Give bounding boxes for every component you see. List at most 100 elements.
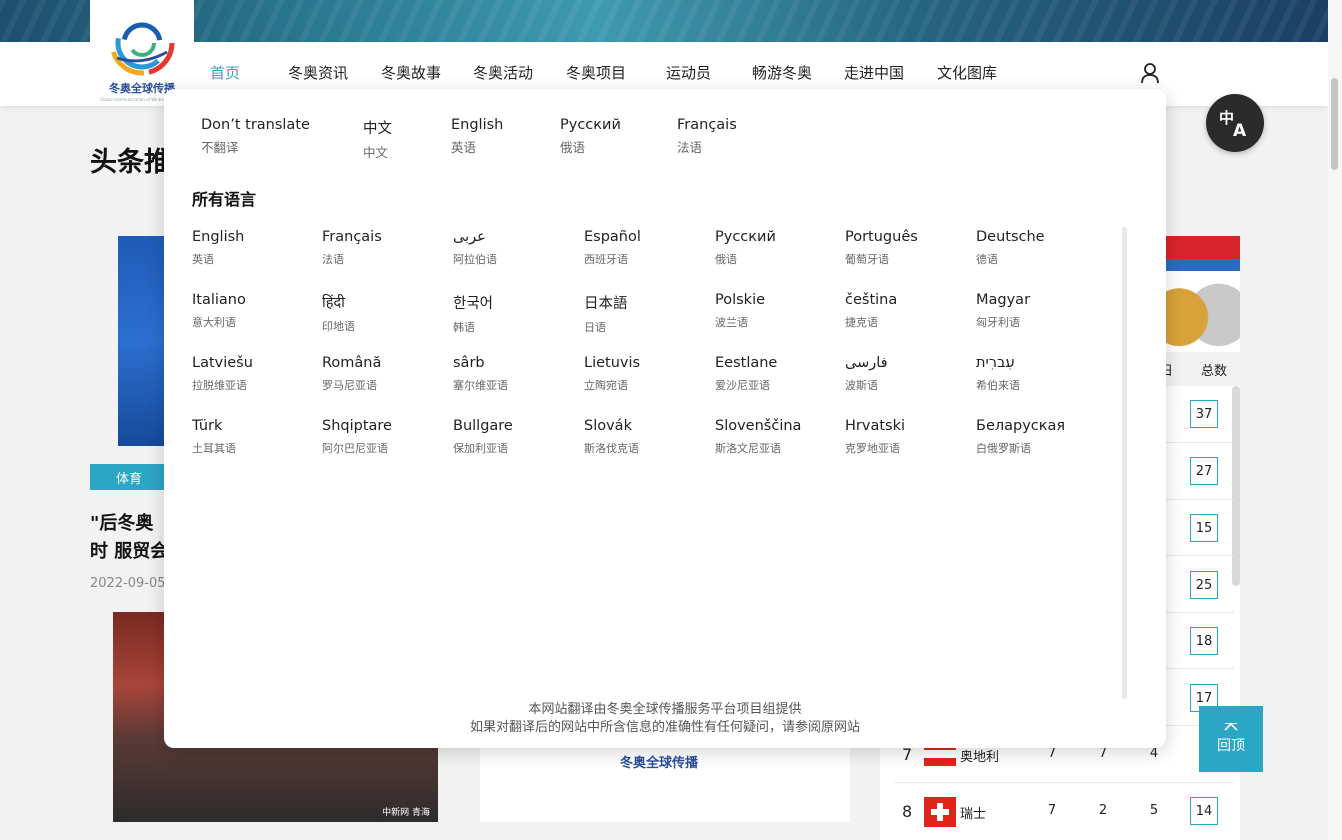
lang-option[interactable]: عربى 阿拉伯语 — [453, 229, 497, 267]
lang-name-zh: 波斯语 — [845, 379, 878, 392]
lang-name-zh: 韩语 — [453, 321, 475, 334]
lang-name-zh: 希伯来语 — [976, 379, 1020, 392]
lang-name: 한국어 — [453, 296, 494, 312]
lang-name-zh: 斯洛文尼亚语 — [715, 442, 781, 455]
lang-option[interactable]: 日本語 日语 — [584, 292, 628, 335]
nav-sports[interactable]: 冬奥项目 — [566, 62, 626, 83]
lang-option[interactable]: Italiano 意大利语 — [192, 292, 246, 330]
medal-country: 奥地利 — [960, 750, 1000, 765]
medal-gold: 7 — [1047, 803, 1057, 818]
page-scrollbar[interactable] — [1328, 0, 1342, 840]
disclaimer-line-2: 如果对翻译后的网站中所含信息的准确性有任何疑问，请参阅原网站 — [469, 720, 860, 735]
lang-name-zh: 爱沙尼亚语 — [715, 379, 770, 392]
quick-lang-option[interactable]: Русский 俄语 — [560, 117, 621, 156]
lang-option[interactable]: Bullgare 保加利亚语 — [453, 418, 513, 456]
user-icon[interactable] — [1140, 62, 1160, 84]
lang-option[interactable]: Slovák 斯洛伐克语 — [584, 418, 639, 456]
nav-travel[interactable]: 畅游冬奥 — [752, 62, 812, 83]
lang-name-zh: 葡萄牙语 — [845, 253, 889, 266]
lang-option[interactable]: Русский 俄语 — [715, 229, 776, 267]
lang-option[interactable]: Lietuvis 立陶宛语 — [584, 355, 640, 393]
lang-name: عربى — [453, 229, 486, 245]
lang-name: čeština — [845, 292, 898, 308]
lang-name: Français — [322, 229, 382, 245]
lang-option[interactable]: Polskie 波兰语 — [715, 292, 765, 330]
quick-lang-option[interactable]: 中文 中文 — [363, 117, 392, 161]
lang-name: Türk — [192, 418, 223, 434]
lang-name: Español — [584, 229, 641, 245]
row-divider — [894, 782, 1234, 783]
lang-option[interactable]: Latviešu 拉脱维亚语 — [192, 355, 253, 393]
lang-option[interactable]: 한국어 韩语 — [453, 292, 493, 335]
lang-option[interactable]: فارسی 波斯语 — [845, 355, 888, 393]
lang-name: Deutsche — [976, 229, 1045, 245]
lang-option[interactable]: English 英语 — [192, 229, 244, 267]
medal-gold: 7 — [1047, 746, 1057, 761]
back-to-top-button[interactable]: 回顶 — [1199, 706, 1263, 772]
quick-lang-option[interactable]: Français 法语 — [677, 117, 737, 156]
photo-watermark: 中新网 青海 — [382, 808, 430, 818]
nav-gallery[interactable]: 文化图库 — [937, 62, 997, 83]
page-scrollbar-thumb[interactable] — [1331, 78, 1338, 170]
nav-stories[interactable]: 冬奥故事 — [381, 62, 441, 83]
medal-total: 18 — [1190, 627, 1218, 655]
lang-name-zh: 波兰语 — [715, 316, 748, 329]
lang-option[interactable]: Hrvatski 克罗地亚语 — [845, 418, 905, 456]
lang-name: English — [192, 229, 245, 245]
nav-athletes[interactable]: 运动员 — [666, 62, 711, 83]
lang-name: Magyar — [976, 292, 1031, 308]
translate-button[interactable]: 中 A — [1206, 94, 1264, 152]
lang-name-zh: 阿拉伯语 — [453, 253, 497, 266]
quick-lang-option[interactable]: English 英语 — [451, 117, 503, 156]
lang-name-zh: 英语 — [192, 253, 214, 266]
disclaimer-line-1: 本网站翻译由冬奥全球传播服务平台项目组提供 — [528, 702, 802, 717]
translate-icon: 中 A — [1219, 109, 1247, 138]
section-title: 头条推 — [90, 147, 171, 178]
language-panel-scrollbar[interactable] — [1122, 227, 1127, 699]
nav-news[interactable]: 冬奥资讯 — [288, 62, 348, 83]
back-to-top-label: 回顶 — [1217, 738, 1245, 754]
lang-option[interactable]: Română 罗马尼亚语 — [322, 355, 381, 393]
nav-events[interactable]: 冬奥活动 — [473, 62, 533, 83]
category-tag[interactable]: 体育 — [90, 464, 168, 490]
lang-option[interactable]: Slovenščina 斯洛文尼亚语 — [715, 418, 801, 456]
lang-option[interactable]: Türk 土耳其语 — [192, 418, 236, 456]
nav-home[interactable]: 首页 — [210, 62, 240, 83]
nav-china[interactable]: 走进中国 — [844, 62, 904, 83]
lang-name-zh: 英语 — [451, 140, 477, 155]
lang-name-zh: 日语 — [584, 321, 606, 334]
lang-option[interactable]: हिंदी 印地语 — [322, 292, 355, 334]
medal-total: 25 — [1190, 571, 1218, 599]
quick-lang-option[interactable]: Don’t translate 不翻译 — [201, 117, 310, 156]
lang-option[interactable]: עִברִית 希伯来语 — [976, 355, 1020, 393]
lang-option[interactable]: Eestlane 爱沙尼亚语 — [715, 355, 777, 393]
svg-text:中: 中 — [1219, 109, 1234, 127]
lang-option[interactable]: Deutsche 德语 — [976, 229, 1045, 267]
lang-option[interactable]: Shqiptare 阿尔巴尼亚语 — [322, 418, 392, 456]
svg-text:A: A — [1233, 121, 1247, 138]
lang-name-zh: 阿尔巴尼亚语 — [322, 442, 388, 455]
lang-name: 日本語 — [584, 296, 628, 312]
medal-table-scrollbar[interactable] — [1232, 386, 1240, 586]
lang-option[interactable]: Español 西班牙语 — [584, 229, 641, 267]
lang-option[interactable]: Беларуская 白俄罗斯语 — [976, 418, 1065, 456]
lang-name: עִברִית — [976, 355, 1015, 371]
article-headline[interactable]: "后冬奥时 服贸会 — [90, 510, 170, 566]
lang-option[interactable]: Français 法语 — [322, 229, 382, 267]
lang-option[interactable]: čeština 捷克语 — [845, 292, 897, 330]
lang-option[interactable]: Português 葡萄牙语 — [845, 229, 918, 267]
chevron-up-icon — [1224, 723, 1238, 731]
feature-image[interactable] — [118, 236, 166, 446]
medal-total: 14 — [1190, 797, 1218, 825]
lang-name: Français — [677, 117, 737, 133]
lang-option[interactable]: sârb 塞尔维亚语 — [453, 355, 508, 393]
article-date: 2022-09-05 — [90, 576, 166, 591]
lang-name: Русский — [715, 229, 776, 245]
lang-name: Русский — [560, 117, 621, 133]
lang-option[interactable]: Magyar 匈牙利语 — [976, 292, 1030, 330]
medal-bronze: 5 — [1149, 803, 1159, 818]
lang-name: Italiano — [192, 292, 246, 308]
lang-name-zh: 克罗地亚语 — [845, 442, 900, 455]
lang-name: Slovák — [584, 418, 632, 434]
header-banner — [0, 0, 1328, 42]
